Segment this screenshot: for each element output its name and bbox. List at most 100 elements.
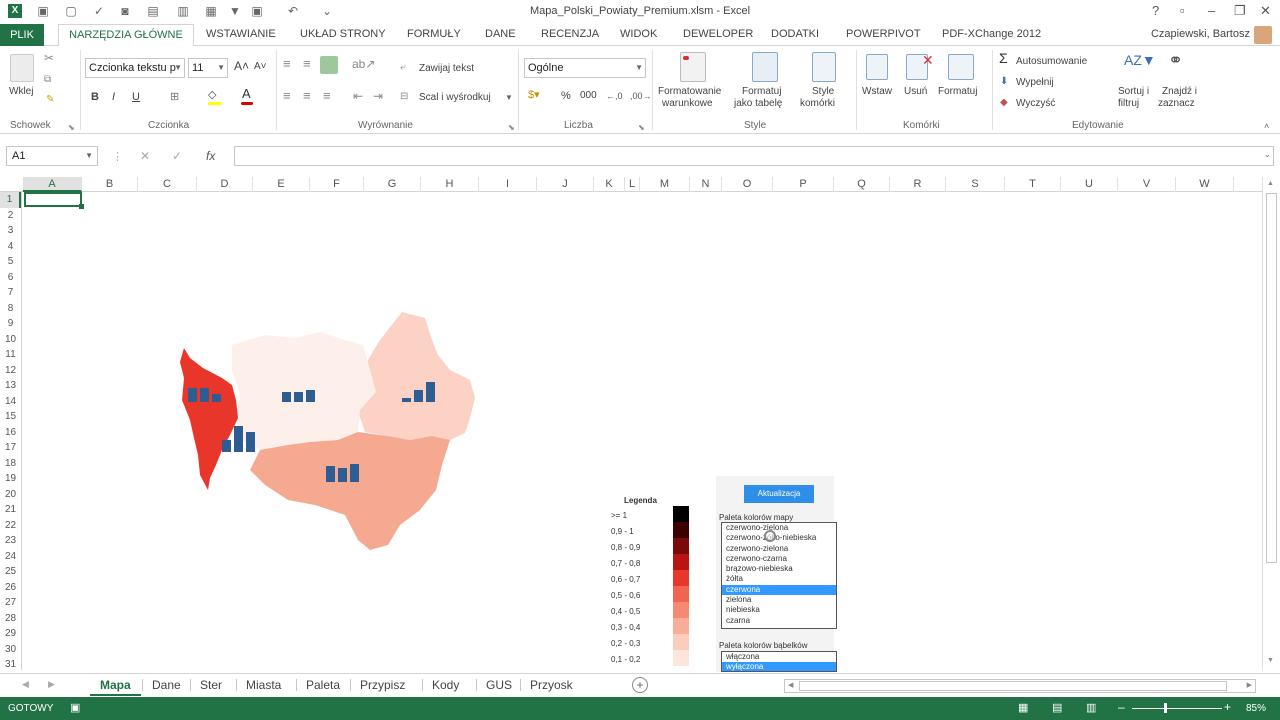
column-header-S[interactable]: S [946, 177, 1005, 192]
row-header-17[interactable]: 17 [0, 440, 21, 456]
font-name-combo[interactable]: Czcionka tekstu p ▼ [85, 58, 185, 78]
restore-icon[interactable]: ❐ [1234, 3, 1246, 19]
insert-function-icon[interactable]: fx [206, 149, 215, 163]
format-painter-icon[interactable]: ✎ [46, 94, 54, 106]
fill-bucket-icon[interactable]: ◇ [208, 89, 216, 101]
add-sheet-icon[interactable]: + [632, 677, 648, 693]
list-item[interactable]: czerwona [722, 584, 836, 596]
font-size-combo[interactable]: 11 ▼ [188, 58, 228, 78]
cell-styles-label-1[interactable]: Style [812, 86, 834, 98]
close-icon[interactable]: ✕ [1260, 3, 1271, 19]
prev-sheet-icon[interactable]: ◀ [22, 679, 29, 690]
sort-filter-label-2[interactable]: filtruj [1118, 98, 1139, 110]
format-as-table-label-1[interactable]: Formatuj [742, 86, 781, 98]
insert-cells-button[interactable]: Wstaw [862, 86, 892, 98]
tab-review[interactable]: RECENZJA [541, 28, 599, 40]
row-header-22[interactable]: 22 [0, 518, 21, 534]
format-cells-button[interactable]: Formatuj [938, 86, 977, 98]
name-box[interactable]: A1 ▼ [6, 146, 98, 166]
zoom-level[interactable]: 85% [1246, 703, 1266, 714]
list-item[interactable]: czerwono-zielona [722, 523, 836, 533]
sheet-tab-ster[interactable]: Ster [200, 678, 222, 692]
list-item[interactable]: żółta [722, 574, 836, 584]
row-header-18[interactable]: 18 [0, 456, 21, 472]
merge-center-button[interactable]: Scal i wyśrodkuj [419, 92, 491, 104]
row-header-8[interactable]: 8 [0, 301, 21, 317]
find-select-label-1[interactable]: Znajdź i [1162, 86, 1197, 98]
align-middle-icon[interactable]: ≡ [303, 57, 311, 70]
column-header-M[interactable]: M [640, 177, 690, 192]
column-header-K[interactable]: K [594, 177, 625, 192]
row-header-20[interactable]: 20 [0, 487, 21, 503]
align-left-icon[interactable]: ≡ [283, 89, 291, 102]
region-west[interactable] [180, 348, 238, 490]
indent-decrease-icon[interactable]: ⇤ [353, 90, 363, 102]
borders-icon[interactable]: ⊞ [170, 91, 179, 103]
bold-button[interactable]: B [91, 91, 99, 103]
format-as-table-icon[interactable] [752, 52, 778, 82]
normal-view-icon[interactable]: ▦ [1018, 701, 1028, 714]
column-header-V[interactable]: V [1118, 177, 1176, 192]
row-header-10[interactable]: 10 [0, 332, 21, 348]
row-header-6[interactable]: 6 [0, 270, 21, 286]
decrease-decimal-icon[interactable]: ,00→ [630, 90, 652, 102]
next-sheet-icon[interactable]: ▶ [48, 679, 55, 690]
row-header-4[interactable]: 4 [0, 239, 21, 255]
scroll-up-icon[interactable]: ▲ [1267, 180, 1274, 187]
fill-color-icon[interactable] [208, 102, 222, 105]
list-item[interactable]: czerwono-czarna [722, 554, 836, 564]
row-header-21[interactable]: 21 [0, 502, 21, 518]
row-header-31[interactable]: 31 [0, 657, 21, 673]
row-header-11[interactable]: 11 [0, 347, 21, 363]
align-center-icon[interactable]: ≡ [303, 89, 311, 102]
column-header-I[interactable]: I [479, 177, 537, 192]
scroll-thumb[interactable] [1266, 193, 1277, 563]
list-item[interactable]: czerwono-żółto-niebieska [722, 533, 836, 543]
paste-button[interactable]: Wklej [9, 86, 33, 98]
copy-icon[interactable]: ⧉ [44, 74, 51, 86]
binoculars-icon[interactable]: ⚭ [1168, 51, 1183, 69]
sheet-tab-gus[interactable]: GUS [486, 678, 512, 692]
user-name[interactable]: Czapiewski, Bartosz [1151, 28, 1250, 40]
zoom-out-icon[interactable]: – [1118, 700, 1125, 714]
list-item[interactable]: czerwono-zielona [722, 544, 836, 554]
zoom-in-icon[interactable]: + [1224, 700, 1231, 714]
column-header-Q[interactable]: Q [834, 177, 890, 192]
column-header-B[interactable]: B [82, 177, 138, 192]
minimize-icon[interactable]: – [1208, 3, 1215, 18]
row-header-26[interactable]: 26 [0, 580, 21, 596]
row-header-14[interactable]: 14 [0, 394, 21, 410]
tab-view[interactable]: WIDOK [620, 28, 657, 40]
font-color-icon[interactable]: A [242, 87, 251, 100]
row-header-23[interactable]: 23 [0, 533, 21, 549]
format-cells-icon[interactable] [948, 54, 974, 80]
row-header-1[interactable]: 1 [0, 192, 21, 208]
list-item[interactable]: niebieska [722, 605, 836, 615]
row-header-12[interactable]: 12 [0, 363, 21, 379]
row-header-5[interactable]: 5 [0, 254, 21, 270]
scroll-down-icon[interactable]: ▼ [1267, 657, 1274, 664]
find-select-label-2[interactable]: zaznacz [1158, 98, 1195, 110]
sheet-tab-przyosk[interactable]: Przyosk [530, 678, 573, 692]
column-header-N[interactable]: N [690, 177, 722, 192]
sheet-tab-kody[interactable]: Kody [432, 678, 459, 692]
bubble-palette-list[interactable]: włączona wyłączona [721, 651, 837, 672]
row-header-19[interactable]: 19 [0, 471, 21, 487]
italic-button[interactable]: I [112, 91, 115, 103]
column-header-L[interactable]: L [625, 177, 640, 192]
align-top-icon[interactable]: ≡ [283, 57, 291, 70]
delete-cells-button[interactable]: Usuń [904, 86, 927, 98]
column-header-T[interactable]: T [1005, 177, 1061, 192]
scroll-right-icon[interactable]: ▶ [1247, 681, 1252, 689]
fill-button[interactable]: Wypełnij [1016, 77, 1054, 89]
alignment-launcher-icon[interactable]: ⬊ [508, 122, 515, 134]
page-layout-view-icon[interactable]: ▤ [1052, 701, 1062, 714]
number-launcher-icon[interactable]: ⬊ [638, 122, 645, 134]
column-header-J[interactable]: J [537, 177, 594, 192]
column-header-F[interactable]: F [310, 177, 364, 192]
column-header-A[interactable]: A [23, 177, 82, 192]
tab-file[interactable]: PLIK [0, 24, 44, 46]
column-header-O[interactable]: O [722, 177, 773, 192]
number-format-combo[interactable]: Ogólne ▼ [524, 58, 646, 78]
percent-icon[interactable]: % [561, 90, 571, 102]
